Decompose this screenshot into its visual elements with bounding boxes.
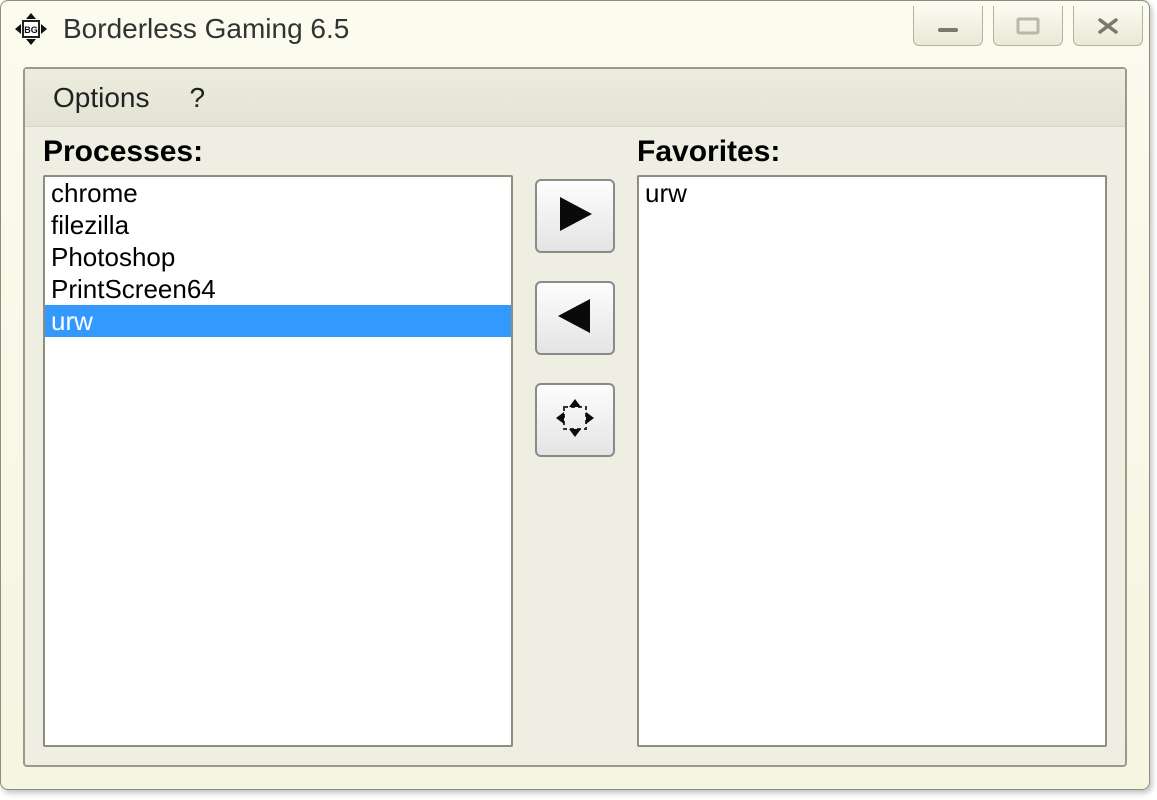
favorites-panel: Favorites: urw (637, 135, 1107, 747)
arrow-right-icon (552, 191, 598, 242)
action-buttons-column (529, 135, 621, 747)
list-item[interactable]: chrome (45, 177, 511, 209)
make-borderless-button[interactable] (535, 383, 615, 457)
processes-panel: Processes: chromefilezillaPhotoshopPrint… (43, 135, 513, 747)
remove-from-favorites-button[interactable] (535, 281, 615, 355)
menu-options[interactable]: Options (53, 82, 150, 114)
list-item[interactable]: urw (639, 177, 1105, 209)
svg-text:BG: BG (24, 25, 38, 35)
menu-help[interactable]: ? (190, 82, 206, 114)
list-item[interactable]: filezilla (45, 209, 511, 241)
content: Processes: chromefilezillaPhotoshopPrint… (25, 127, 1125, 765)
menubar: Options ? (25, 69, 1125, 127)
favorites-listbox[interactable]: urw (637, 175, 1107, 747)
arrow-left-icon (552, 293, 598, 344)
window-controls (913, 12, 1143, 46)
titlebar: BG Borderless Gaming 6.5 (1, 1, 1149, 57)
list-item[interactable]: PrintScreen64 (45, 273, 511, 305)
app-icon: BG (13, 11, 49, 47)
client-area: Options ? Processes: chromefilezillaPhot… (23, 67, 1127, 767)
close-button[interactable] (1073, 6, 1143, 46)
favorites-label: Favorites: (637, 135, 1107, 169)
list-item[interactable]: urw (45, 305, 511, 337)
processes-listbox[interactable]: chromefilezillaPhotoshopPrintScreen64urw (43, 175, 513, 747)
list-item[interactable]: Photoshop (45, 241, 511, 273)
window-title: Borderless Gaming 6.5 (63, 13, 913, 45)
processes-label: Processes: (43, 135, 513, 169)
maximize-button[interactable] (993, 6, 1063, 46)
expand-icon (552, 395, 598, 446)
minimize-button[interactable] (913, 6, 983, 46)
add-to-favorites-button[interactable] (535, 179, 615, 253)
app-window: BG Borderless Gaming 6.5 Options ? (0, 0, 1150, 790)
